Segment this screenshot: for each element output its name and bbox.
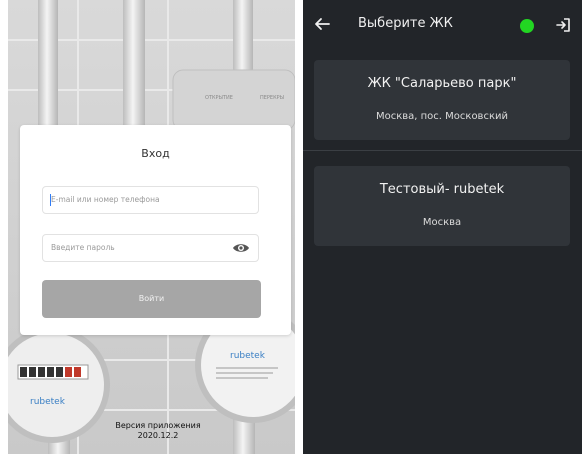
complex-card[interactable]: ЖК "Саларьево парк" Москва, пос. Московс…: [314, 60, 570, 140]
complex-name: Тестовый- rubetek: [379, 182, 505, 197]
email-placeholder: E-mail или номер телефона: [51, 195, 160, 204]
divider: [303, 150, 582, 151]
login-card: Вход E-mail или номер телефона Введите п…: [20, 125, 291, 335]
svg-text:rubetek: rubetek: [230, 351, 266, 361]
page-title: Выберите ЖК: [358, 16, 453, 31]
complex-location: Москва: [422, 217, 462, 228]
eye-icon[interactable]: [232, 242, 250, 254]
status-indicator: [520, 19, 534, 33]
login-screen: ОТКРЫТИЕ ПЕРЕКРЫ rubetek rubetek Вход E-…: [8, 0, 295, 454]
password-placeholder: Введите пароль: [51, 243, 115, 252]
select-complex-screen: Выберите ЖК ЖК "Саларьево парк" Москва, …: [303, 0, 582, 454]
svg-text:ОТКРЫТИЕ: ОТКРЫТИЕ: [205, 95, 233, 101]
email-field[interactable]: E-mail или номер телефона: [42, 186, 259, 214]
svg-text:ПЕРЕКРЫ: ПЕРЕКРЫ: [260, 95, 284, 101]
top-bar: Выберите ЖК: [303, 0, 582, 50]
version-value: 2020.12.2: [137, 431, 179, 440]
version-label: Версия приложения: [115, 421, 201, 430]
complex-card[interactable]: Тестовый- rubetek Москва: [314, 166, 570, 246]
login-button[interactable]: Войти: [42, 280, 261, 318]
login-title: Вход: [141, 147, 170, 160]
arrow-left-icon[interactable]: [313, 16, 331, 32]
complex-name: ЖК "Саларьево парк": [367, 76, 517, 91]
password-field[interactable]: Введите пароль: [42, 234, 259, 262]
app-version: Версия приложения 2020.12.2: [103, 421, 213, 441]
svg-text:rubetek: rubetek: [30, 397, 66, 407]
logout-icon[interactable]: [555, 17, 571, 33]
complex-location: Москва, пос. Московский: [375, 111, 508, 122]
